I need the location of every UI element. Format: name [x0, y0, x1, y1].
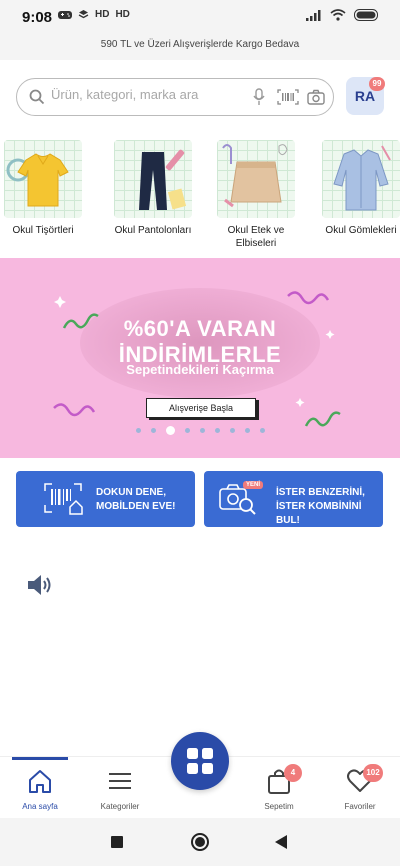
recent-apps-icon[interactable] — [110, 835, 124, 849]
category-item-shirts[interactable]: Okul Gömlekleri — [318, 140, 400, 237]
wifi-icon — [330, 9, 346, 21]
shirt-icon — [333, 145, 391, 211]
category-image — [217, 140, 295, 218]
visual-search-button[interactable]: İSTER BENZERİNİ, İSTER KOMBİNİNİ BUL! — [204, 471, 383, 527]
feature-line: MOBİLDEN EVE! — [96, 501, 176, 512]
game-icon — [58, 10, 72, 19]
category-item-skirts[interactable]: Okul Etek ve Elbiseleri — [213, 140, 299, 250]
center-menu-button[interactable] — [171, 732, 229, 790]
category-label: Okul Gömlekleri — [325, 225, 397, 236]
skirt-icon — [222, 144, 288, 208]
category-label: Okul Tişörtleri — [12, 225, 74, 236]
carousel-dot[interactable] — [135, 428, 141, 433]
back-icon[interactable] — [274, 834, 288, 850]
feature-text: İSTER BENZERİNİ, İSTER KOMBİNİNİ BUL! — [276, 486, 383, 528]
status-time: 9:08 — [22, 9, 53, 26]
nav-categories[interactable]: Kategoriler — [85, 757, 155, 811]
grid-icon — [187, 748, 213, 774]
start-shopping-button[interactable]: Alışverişe Başla — [146, 398, 256, 418]
nav-label: Ana sayfa — [22, 802, 58, 811]
trousers-icon — [139, 149, 187, 210]
barcode-house-icon — [44, 483, 83, 515]
favorites-count-badge: 102 — [363, 764, 383, 782]
speaker-icon[interactable] — [26, 572, 54, 598]
system-navigation-bar — [0, 818, 400, 866]
carousel-dot[interactable] — [199, 428, 205, 433]
carousel-dot-active[interactable] — [165, 426, 175, 435]
tshirt-icon — [6, 153, 69, 207]
carousel-dot[interactable] — [150, 428, 156, 433]
status-left-icons: HD HD — [58, 9, 130, 20]
microphone-icon[interactable] — [253, 88, 265, 106]
free-shipping-banner[interactable]: 590 TL ve Üzeri Alışverişlerde Kargo Bed… — [0, 34, 400, 60]
camera-icon[interactable] — [307, 89, 325, 105]
nav-home[interactable]: Ana sayfa — [5, 757, 75, 811]
banner-pagination — [0, 426, 400, 435]
feature-line: İSTER KOMBİNİNİ BUL! — [276, 501, 362, 526]
cart-count-badge: 4 — [284, 764, 302, 782]
category-item-tshirts[interactable]: Okul Tişörtleri — [0, 140, 86, 237]
category-label: Okul Pantolonları — [114, 225, 192, 236]
search-input[interactable] — [51, 87, 251, 102]
menu-icon — [109, 773, 131, 789]
carousel-dot[interactable] — [244, 428, 250, 433]
banner-headline: %60'A VARAN — [123, 316, 277, 341]
home-icon — [29, 770, 51, 793]
category-item-trousers[interactable]: Okul Pantolonları — [110, 140, 196, 237]
nav-label: Favoriler — [344, 802, 376, 811]
nav-label: Kategoriler — [100, 802, 140, 811]
carousel-dot[interactable] — [214, 428, 220, 433]
category-image — [4, 140, 82, 218]
category-carousel: Okul Tişörtleri Okul Pantolonları Okul E… — [0, 140, 400, 252]
feature-line: DOKUN DENE, — [96, 487, 167, 498]
carousel-dot[interactable] — [184, 428, 190, 433]
nav-cart[interactable]: Sepetim — [244, 757, 314, 811]
hd-icon-2: HD — [115, 9, 130, 20]
barcode-scan-icon[interactable] — [277, 89, 299, 105]
category-label: Okul Etek ve Elbiseleri — [227, 225, 285, 249]
status-bar: 9:08 HD HD — [0, 0, 400, 34]
avatar-badge: 99 — [369, 77, 385, 91]
try-in-store-button[interactable]: DOKUN DENE, MOBİLDEN EVE! — [16, 471, 195, 527]
promo-banner[interactable]: %60'A VARAN İNDİRİMLERLE Sepetindekileri… — [0, 258, 400, 458]
nav-label: Sepetim — [264, 802, 294, 811]
layers-icon — [78, 10, 89, 19]
new-badge: YENİ — [243, 481, 264, 489]
signal-icon — [306, 10, 321, 21]
carousel-dot[interactable] — [229, 428, 235, 433]
banner-subtitle: Sepetindekileri Kaçırma — [126, 362, 274, 377]
search-icon — [29, 89, 45, 105]
status-right-icons — [306, 9, 380, 21]
category-image — [322, 140, 400, 218]
feature-line: İSTER BENZERİNİ, — [276, 487, 365, 498]
carousel-dot[interactable] — [259, 428, 265, 433]
hd-icon: HD — [95, 9, 110, 20]
battery-icon — [354, 9, 378, 21]
nav-favorites[interactable]: Favoriler — [325, 757, 395, 811]
search-bar[interactable] — [16, 78, 334, 116]
category-image — [114, 140, 192, 218]
home-button-icon[interactable] — [190, 832, 210, 852]
feature-text: DOKUN DENE, MOBİLDEN EVE! — [96, 486, 175, 514]
